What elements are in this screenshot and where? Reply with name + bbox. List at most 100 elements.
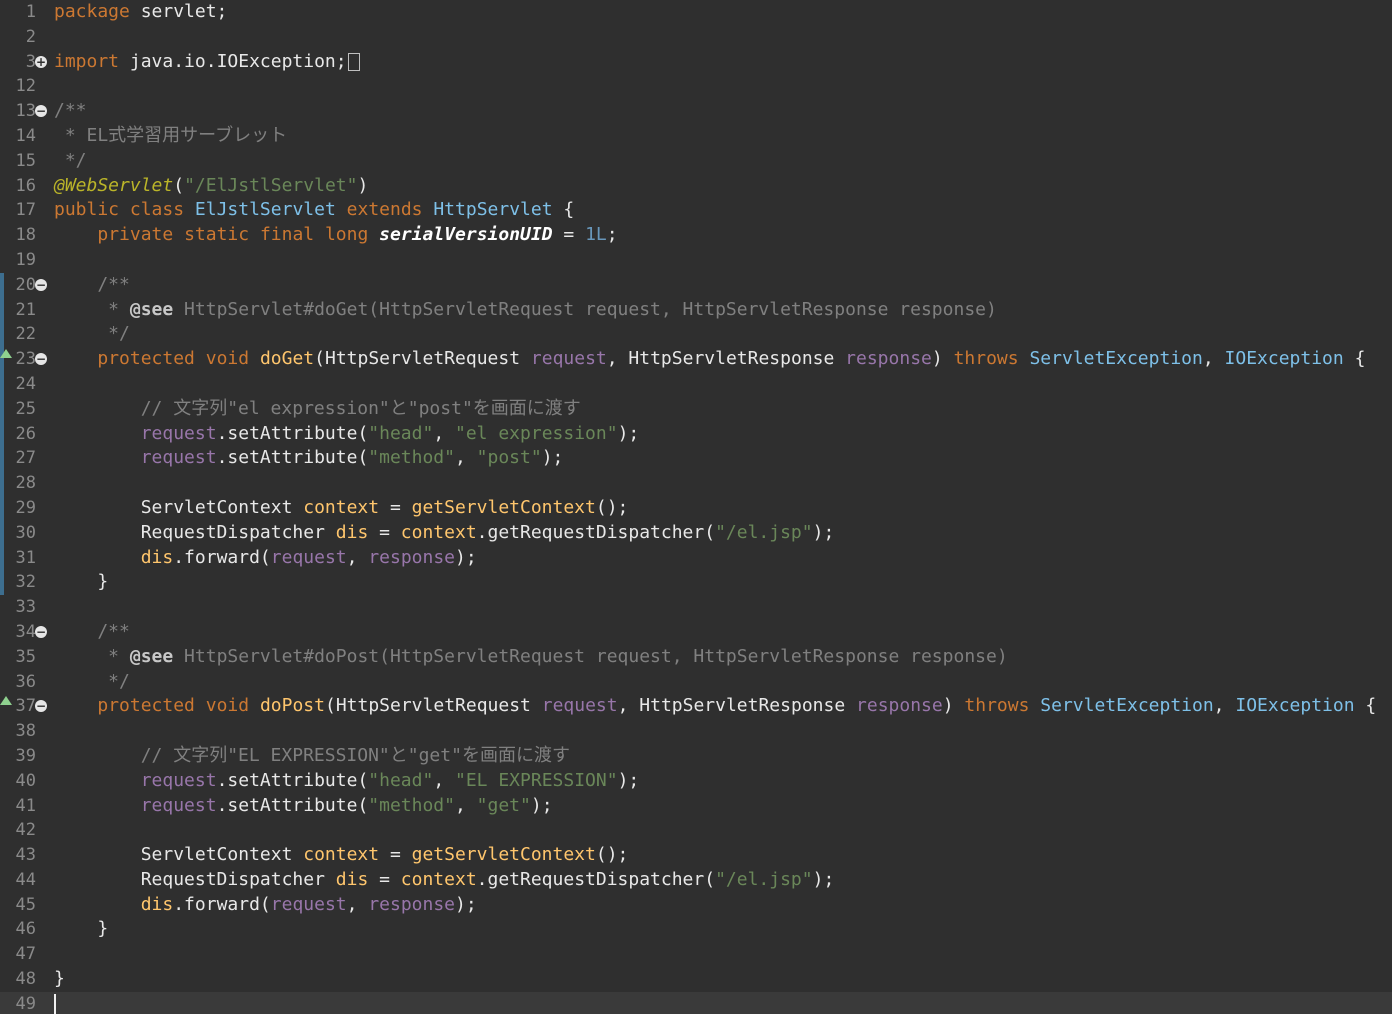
code-line[interactable]: 23− protected void doGet(HttpServletRequ…: [0, 347, 1392, 372]
code-line[interactable]: 28: [0, 471, 1392, 496]
code-text[interactable]: */: [54, 322, 130, 347]
code-text[interactable]: import java.io.IOException;: [54, 50, 360, 75]
code-text[interactable]: public class ElJstlServlet extends HttpS…: [54, 198, 574, 223]
code-text[interactable]: */: [54, 670, 130, 695]
code-text[interactable]: }: [54, 917, 108, 942]
code-text[interactable]: ServletContext context = getServletConte…: [54, 843, 629, 868]
code-token: public: [54, 199, 120, 221]
code-line[interactable]: 12: [0, 74, 1392, 99]
code-token: request: [140, 794, 217, 816]
code-text[interactable]: }: [54, 570, 108, 595]
code-text[interactable]: protected void doPost(HttpServletRequest…: [54, 694, 1376, 719]
code-token: .setAttribute(: [216, 769, 369, 791]
code-line[interactable]: 44 RequestDispatcher dis = context.getRe…: [0, 868, 1392, 893]
code-text[interactable]: protected void doGet(HttpServletRequest …: [54, 347, 1365, 372]
code-text[interactable]: * @see HttpServlet#doPost(HttpServletReq…: [54, 645, 1008, 670]
code-line[interactable]: 21 * @see HttpServlet#doGet(HttpServletR…: [0, 297, 1392, 323]
code-token: , HttpServletResponse: [606, 348, 846, 370]
code-line[interactable]: 1 package servlet;: [0, 0, 1392, 25]
code-line[interactable]: 22 */: [0, 322, 1392, 348]
code-text[interactable]: RequestDispatcher dis = context.getReque…: [54, 868, 835, 893]
code-line[interactable]: 16 @WebServlet("/ElJstlServlet"): [0, 174, 1392, 199]
code-text[interactable]: /**: [54, 620, 130, 645]
collapse-fold-icon[interactable]: −: [35, 105, 47, 118]
code-line[interactable]: 30 RequestDispatcher dis = context.getRe…: [0, 520, 1392, 546]
code-text[interactable]: dis.forward(request, response);: [54, 893, 477, 918]
code-token: IOException: [1224, 348, 1344, 370]
code-line[interactable]: 18 private static final long serialVersi…: [0, 223, 1392, 248]
code-line[interactable]: 13−/**: [0, 99, 1392, 124]
code-text[interactable]: * EL式学習用サーブレット: [54, 124, 287, 149]
code-text[interactable]: // 文字列"EL EXPRESSION"と"get"を画面に渡す: [54, 744, 570, 769]
code-token: );: [541, 447, 564, 469]
code-text[interactable]: @WebServlet("/ElJstlServlet"): [54, 174, 368, 199]
code-line[interactable]: 35 * @see HttpServlet#doPost(HttpServlet…: [0, 645, 1392, 670]
code-line[interactable]: 29 ServletContext context = getServletCo…: [0, 495, 1392, 521]
code-line[interactable]: 49: [0, 991, 1392, 1014]
code-line[interactable]: 14 * EL式学習用サーブレット: [0, 124, 1392, 149]
line-number: 22: [15, 324, 36, 345]
code-text[interactable]: private static final long serialVersionU…: [54, 223, 618, 248]
code-token: */: [54, 149, 87, 171]
code-line[interactable]: 43 ServletContext context = getServletCo…: [0, 843, 1392, 868]
code-line[interactable]: 42: [0, 818, 1392, 843]
code-line[interactable]: 25 // 文字列"el expression"と"post"を画面に渡す: [0, 396, 1392, 422]
code-text[interactable]: request.setAttribute("head", "EL EXPRESS…: [54, 769, 640, 794]
code-line[interactable]: 41 request.setAttribute("method", "get")…: [0, 794, 1392, 819]
collapse-fold-icon[interactable]: −: [35, 278, 47, 291]
code-token: final: [259, 224, 315, 246]
code-text[interactable]: request.setAttribute("method", "post");: [54, 446, 564, 471]
code-line[interactable]: 48}: [0, 967, 1392, 992]
code-token: );: [812, 521, 835, 543]
code-line[interactable]: 34− /**: [0, 620, 1392, 645]
code-text[interactable]: ServletContext context = getServletConte…: [54, 496, 629, 521]
code-line[interactable]: 40 request.setAttribute("head", "EL EXPR…: [0, 769, 1392, 794]
code-text[interactable]: // 文字列"el expression"と"post"を画面に渡す: [54, 397, 581, 422]
code-line[interactable]: 31 dis.forward(request, response);: [0, 545, 1392, 571]
code-line[interactable]: 19: [0, 248, 1392, 273]
code-text[interactable]: dis.forward(request, response);: [54, 546, 477, 571]
collapse-fold-icon[interactable]: −: [35, 353, 47, 366]
code-line[interactable]: 38: [0, 719, 1392, 744]
code-text[interactable]: }: [54, 967, 65, 992]
code-line[interactable]: 37− protected void doPost(HttpServletReq…: [0, 694, 1392, 719]
code-line[interactable]: 46 }: [0, 917, 1392, 942]
code-text[interactable]: request.setAttribute("head", "el express…: [54, 422, 640, 447]
code-text[interactable]: * @see HttpServlet#doGet(HttpServletRequ…: [54, 298, 997, 323]
code-line[interactable]: 17 public class ElJstlServlet extends Htt…: [0, 198, 1392, 223]
code-line[interactable]: 2: [0, 25, 1392, 50]
code-line[interactable]: 15 */: [0, 149, 1392, 174]
code-line[interactable]: 20− /**: [0, 272, 1392, 298]
code-text[interactable]: [54, 992, 56, 1014]
collapse-fold-icon[interactable]: −: [35, 625, 47, 638]
code-token: }: [54, 918, 109, 940]
code-line[interactable]: 26 request.setAttribute("head", "el expr…: [0, 421, 1392, 447]
code-line[interactable]: 47: [0, 942, 1392, 967]
line-number: 41: [15, 795, 36, 816]
code-text[interactable]: request.setAttribute("method", "get");: [54, 794, 553, 819]
code-line[interactable]: 36 */: [0, 670, 1392, 695]
collapse-fold-icon[interactable]: −: [35, 700, 47, 713]
code-text[interactable]: /**: [54, 99, 87, 124]
folded-region-marker[interactable]: [347, 52, 360, 71]
code-line[interactable]: 45 dis.forward(request, response);: [0, 893, 1392, 918]
code-line[interactable]: 27 request.setAttribute("method", "post"…: [0, 446, 1392, 472]
code-line[interactable]: 39 // 文字列"EL EXPRESSION"と"get"を画面に渡す: [0, 744, 1392, 769]
code-line[interactable]: 24: [0, 371, 1392, 397]
line-number: 21: [15, 299, 36, 320]
code-token: "get": [476, 794, 531, 816]
code-line[interactable]: 33: [0, 595, 1392, 620]
code-text[interactable]: package servlet;: [54, 0, 227, 25]
code-text[interactable]: /**: [54, 273, 130, 298]
code-line[interactable]: 32 }: [0, 570, 1392, 596]
code-line[interactable]: 3 + import java.io.IOException;: [0, 50, 1392, 75]
code-editor[interactable]: 1 package servlet; 2 3 + import java.io.IOExc…: [0, 0, 1392, 1014]
expand-fold-icon[interactable]: +: [35, 55, 47, 68]
code-text[interactable]: RequestDispatcher dis = context.getReque…: [54, 521, 835, 546]
code-text[interactable]: */: [54, 149, 87, 174]
code-token: ;: [606, 224, 618, 246]
